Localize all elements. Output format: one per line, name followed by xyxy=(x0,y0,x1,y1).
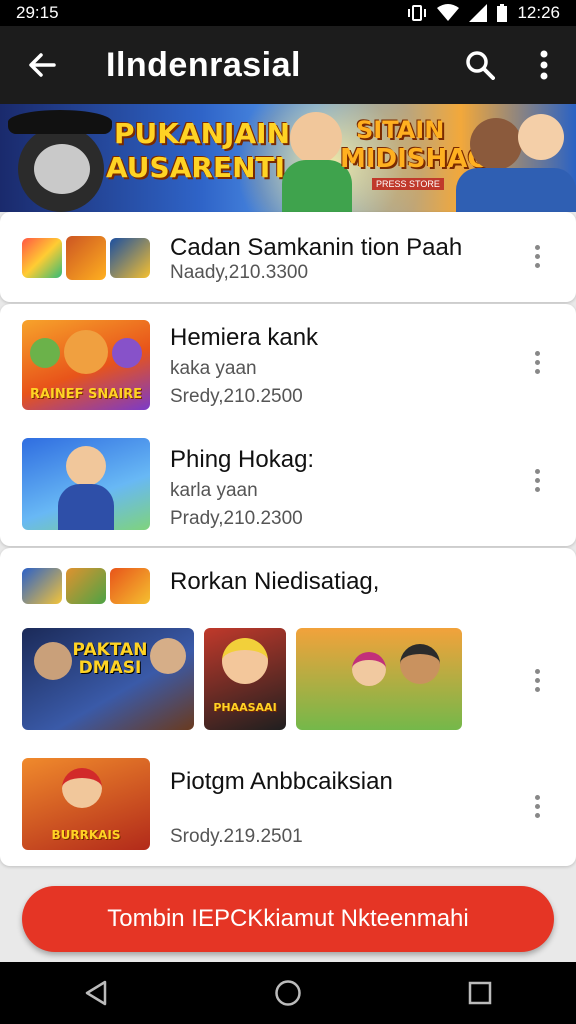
thumbnail xyxy=(66,568,106,604)
man-character xyxy=(150,638,186,674)
kid-bodies xyxy=(456,168,576,212)
list-item[interactable]: Cadan Samkanin tion Paah Naady,210.3300 xyxy=(0,212,576,302)
item-title: Hemiera kank xyxy=(170,324,319,351)
girl-character xyxy=(352,652,386,686)
item-more-button[interactable] xyxy=(522,662,552,698)
list-item[interactable]: PAKTAN DMASI PHAASAAI xyxy=(0,626,576,736)
thumbnail: BURRKAIS xyxy=(22,758,150,850)
status-bar: 29:15 12:26 xyxy=(0,0,576,26)
boy-character xyxy=(66,446,106,486)
banner-tagline: PRESS STORE xyxy=(372,178,444,190)
thumbnail: PHAASAAI xyxy=(204,628,286,730)
nav-recents-button[interactable] xyxy=(440,962,520,1024)
nav-home-button[interactable] xyxy=(248,962,328,1024)
status-icons: 12:26 xyxy=(407,3,560,23)
kid-character-2 xyxy=(518,114,564,160)
thumbnail-label: PHAASAAI xyxy=(213,701,277,714)
system-nav-bar xyxy=(0,962,576,1024)
list-item[interactable]: BURRKAIS Piotgm Anbbcaiksian Srody.219.2… xyxy=(0,748,576,864)
boy-character xyxy=(62,768,102,808)
boy-body xyxy=(58,484,114,530)
thumbnail xyxy=(296,628,462,730)
kid-character xyxy=(222,638,268,684)
bear-character xyxy=(64,330,108,374)
square-recents-icon xyxy=(468,981,492,1005)
back-button[interactable] xyxy=(0,26,84,104)
primary-action-button[interactable]: Tombin IEPCKkiamut Nkteenmahi xyxy=(22,886,554,952)
boy-character xyxy=(400,644,440,684)
list-item[interactable]: RAINEF SNAIRE Hemiera kank kaka yaan Sre… xyxy=(0,304,576,424)
list-item[interactable]: Phing Hokag: karla yaan Prady,210.2300 xyxy=(0,424,576,544)
item-more-button[interactable] xyxy=(522,462,552,498)
nav-back-button[interactable] xyxy=(56,962,136,1024)
thumbnail-label: RAINEF SNAIRE xyxy=(29,387,143,402)
item-subtitle: kaka yaan xyxy=(170,358,257,379)
thumbnail xyxy=(22,568,62,604)
thumbnail: PAKTAN DMASI xyxy=(22,628,194,730)
thumbnail: RAINEF SNAIRE xyxy=(22,320,150,410)
list-card: Rorkan Niedisatiag, PAKTAN DMASI PHAASAA… xyxy=(0,548,576,866)
battery-icon xyxy=(497,4,508,22)
item-title: Rorkan Niedisatiag, xyxy=(170,568,380,595)
monster-character xyxy=(30,338,60,368)
thumbnail-label: PAKTAN DMASI xyxy=(72,640,148,678)
arrow-left-icon xyxy=(29,53,56,77)
man-character xyxy=(34,642,72,680)
banner-right-line2: MIDISHAG xyxy=(340,144,489,174)
thumbnail xyxy=(110,238,150,278)
item-more-button[interactable] xyxy=(522,788,552,824)
item-title: Piotgm Anbbcaiksian xyxy=(170,768,393,795)
item-subtitle: karla yaan xyxy=(170,480,258,501)
wifi-icon xyxy=(437,4,460,21)
overflow-menu-button[interactable] xyxy=(512,26,576,104)
signal-icon xyxy=(469,4,488,22)
boy-character xyxy=(290,112,342,164)
list-card: Cadan Samkanin tion Paah Naady,210.3300 xyxy=(0,212,576,302)
thumbnail-label: BURRKAIS xyxy=(51,828,121,842)
item-title: Cadan Samkanin tion Paah xyxy=(170,234,463,261)
item-title: Phing Hokag: xyxy=(170,446,315,473)
thumbnail xyxy=(22,238,62,278)
item-subtitle: Naady,210.3300 xyxy=(170,262,309,283)
item-meta: Srody.219.2501 xyxy=(170,826,303,847)
page-title: Ilndenrasial xyxy=(106,45,301,84)
banner-title-line2: AUSARENTI xyxy=(106,151,286,184)
status-clock: 12:26 xyxy=(517,3,560,22)
status-time: 29:15 xyxy=(16,3,59,22)
monster-character xyxy=(112,338,142,368)
search-icon xyxy=(466,51,495,80)
list-item[interactable]: Rorkan Niedisatiag, xyxy=(0,548,576,618)
app-bar: Ilndenrasial xyxy=(0,26,576,104)
item-meta: Prady,210.2300 xyxy=(170,508,303,529)
villain-hat xyxy=(8,110,112,134)
circle-home-icon xyxy=(275,980,301,1006)
kid-character-1 xyxy=(470,118,522,170)
item-meta: Sredy,210.2500 xyxy=(170,386,303,407)
search-button[interactable] xyxy=(448,26,512,104)
item-more-button[interactable] xyxy=(522,238,552,274)
vibrate-icon xyxy=(408,5,427,21)
hero-banner[interactable]: PUKANJAIN AUSARENTI SITAIN MIDISHAG PRES… xyxy=(0,104,576,212)
list-card: RAINEF SNAIRE Hemiera kank kaka yaan Sre… xyxy=(0,304,576,546)
thumbnail xyxy=(66,236,106,280)
thumbnail xyxy=(110,568,150,604)
banner-right-line1: SITAIN xyxy=(356,116,445,144)
item-more-button[interactable] xyxy=(522,344,552,380)
thumbnail xyxy=(22,438,150,530)
more-vert-icon xyxy=(540,50,548,80)
villain-face xyxy=(34,144,90,194)
banner-title-line1: PUKANJAIN xyxy=(114,117,290,150)
triangle-back-icon xyxy=(85,980,107,1006)
